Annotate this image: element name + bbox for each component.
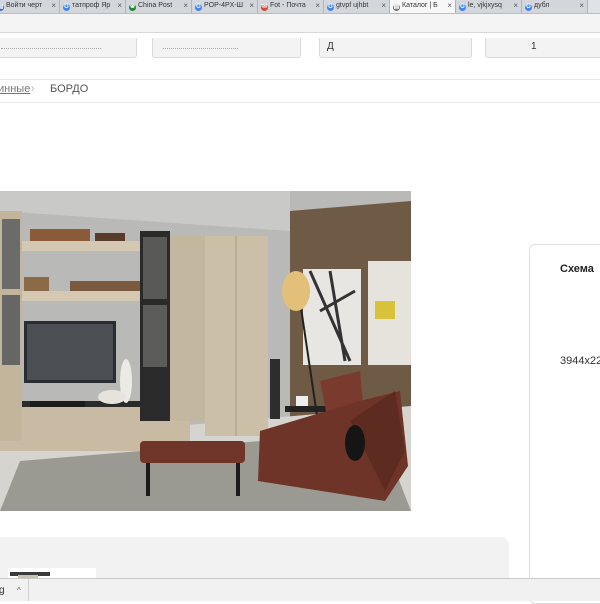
close-icon[interactable]: × [579, 0, 584, 12]
mail-icon: ✉ [261, 4, 268, 11]
scheme-panel: Схема 3944x22 [529, 244, 600, 604]
document-icon: ▤ [393, 4, 400, 11]
close-icon[interactable]: × [249, 0, 254, 12]
china-post-icon: ❀ [129, 4, 136, 11]
breadcrumb-current: БОРДО [50, 83, 89, 95]
browser-tab-label: China Post [138, 2, 173, 9]
header-box-1[interactable] [0, 38, 137, 58]
browser-tab-label: Каталог | Б [402, 2, 438, 9]
document-icon: ▤ [0, 4, 4, 11]
browser-tab-strip: ▤Войти черт×Gтатпроф Яр×❀China Post×GPOP… [0, 0, 600, 14]
room-scene-image [0, 191, 411, 511]
browser-tab[interactable]: ❀ China Post × [126, 0, 192, 13]
google-icon: G [525, 4, 532, 11]
close-icon[interactable]: × [183, 0, 188, 12]
google-icon: G [327, 4, 334, 11]
close-icon[interactable]: × [315, 0, 320, 12]
placeholder-dots [163, 47, 238, 49]
browser-tab[interactable]: Gдубл × [522, 0, 588, 13]
download-caret-icon[interactable]: ^ [17, 579, 21, 603]
browser-tab-label: POP-4PX-Ш [204, 2, 244, 9]
browser-tab[interactable]: ▤Войти черт × [0, 0, 60, 13]
header-box-3-label: Д [327, 41, 334, 52]
browser-tab-label: Войти черт [6, 2, 43, 9]
breadcrumb-separator-icon: › [31, 83, 35, 94]
placeholder-dots [1, 47, 101, 49]
download-item-name: g [0, 585, 5, 596]
download-bar: g ^ [0, 578, 600, 601]
download-item[interactable]: g ^ [0, 579, 29, 601]
close-icon[interactable]: × [447, 0, 452, 12]
browser-tab[interactable]: Gтатпроф Яр × [60, 0, 126, 13]
browser-tab-label: Fot - Почта [270, 2, 306, 9]
browser-tab-label: татпроф Яр [72, 2, 111, 9]
breadcrumb-divider [0, 102, 600, 103]
header-box-3[interactable]: Д [319, 38, 472, 58]
browser-tab-label: le, vjkjxysq [468, 2, 502, 9]
site-header: Д 1 [0, 33, 600, 80]
google-icon: G [195, 4, 202, 11]
close-icon[interactable]: × [381, 0, 386, 12]
browser-tab[interactable]: G POP-4PX-Ш × [192, 0, 258, 13]
browser-tab-label: gtvpf ujhbt [336, 2, 369, 9]
scheme-title: Схема [560, 263, 594, 275]
browser-tab[interactable]: Ggtvpf ujhbt × [324, 0, 390, 13]
scheme-dimensions: 3944x22 [560, 355, 600, 367]
close-icon[interactable]: × [117, 0, 122, 12]
browser-tab[interactable]: ✉ Fot - Почта × [258, 0, 324, 13]
close-icon[interactable]: × [51, 0, 56, 12]
header-box-4[interactable]: 1 [485, 38, 600, 58]
breadcrumb-link[interactable]: инные [0, 83, 30, 95]
browser-tab-label: дубл [534, 2, 550, 9]
product-photo[interactable] [0, 191, 411, 511]
header-box-4-icon: 1 [531, 41, 537, 52]
browser-tab[interactable]: Gle, vjkjxysq × [456, 0, 522, 13]
browser-toolbar [0, 14, 600, 33]
google-icon: G [459, 4, 466, 11]
google-icon: G [63, 4, 70, 11]
header-box-2[interactable] [152, 38, 301, 58]
browser-tab[interactable]: ▤ Каталог | Б × [390, 0, 456, 13]
close-icon[interactable]: × [513, 0, 518, 12]
